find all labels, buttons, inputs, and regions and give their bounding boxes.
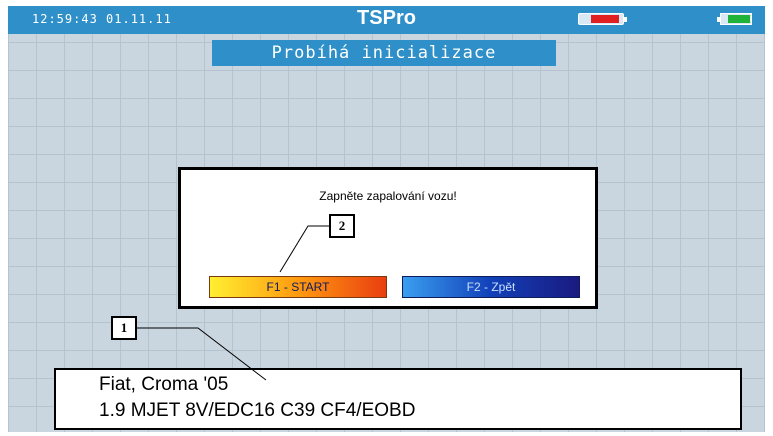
ignition-dialog: Zapněte zapalování vozu! F1 - START F2 -… bbox=[178, 167, 598, 309]
start-button[interactable]: F1 - START bbox=[209, 276, 387, 298]
status-bar: 12:59:43 01.11.11 TSPro bbox=[8, 6, 765, 34]
vehicle-model: Fiat, Croma '05 bbox=[99, 374, 229, 395]
battery-internal-icon bbox=[717, 13, 752, 25]
status-banner: Probíhá inicializace bbox=[212, 40, 556, 66]
callout-1: 1 bbox=[111, 316, 137, 340]
callout-2: 2 bbox=[329, 214, 355, 238]
battery-external-icon bbox=[578, 13, 627, 25]
dialog-message: Zapněte zapalování vozu! bbox=[319, 189, 457, 203]
vehicle-info: Fiat, Croma '05 1.9 MJET 8V/EDC16 C39 CF… bbox=[54, 368, 742, 430]
device-screen: 12:59:43 01.11.11 TSPro Probíhá iniciali… bbox=[8, 6, 765, 432]
vehicle-engine: 1.9 MJET 8V/EDC16 C39 CF4/EOBD bbox=[99, 400, 416, 421]
app-title: TSPro bbox=[357, 7, 416, 29]
back-button[interactable]: F2 - Zpět bbox=[402, 276, 580, 298]
